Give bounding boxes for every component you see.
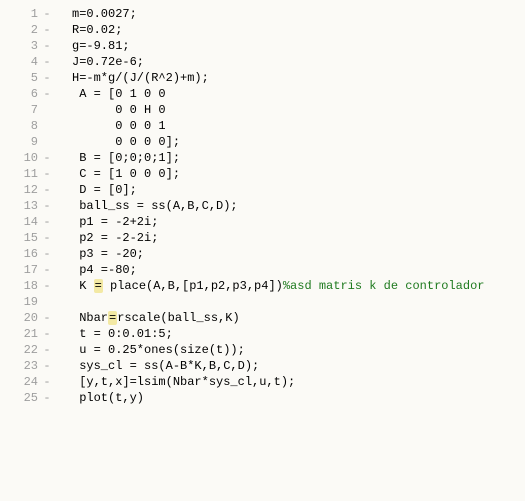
line-number: 6: [0, 86, 40, 102]
exec-dash: -: [40, 310, 54, 326]
exec-dash: -: [40, 246, 54, 262]
line-number: 13: [0, 198, 40, 214]
line-number: 21: [0, 326, 40, 342]
code-line[interactable]: R=0.02;: [72, 22, 525, 38]
line-number: 18: [0, 278, 40, 294]
line-number: 8: [0, 118, 40, 134]
exec-dash: -: [40, 358, 54, 374]
exec-dash: -: [40, 182, 54, 198]
line-number: 7: [0, 102, 40, 118]
code-line[interactable]: [y,t,x]=lsim(Nbar*sys_cl,u,t);: [72, 374, 525, 390]
exec-dash: -: [40, 38, 54, 54]
code-line[interactable]: A = [0 1 0 0: [72, 86, 525, 102]
line-number: 15: [0, 230, 40, 246]
exec-dash: [40, 134, 54, 150]
code-line[interactable]: C = [1 0 0 0];: [72, 166, 525, 182]
code-line[interactable]: p2 = -2-2i;: [72, 230, 525, 246]
code-text: K: [72, 279, 94, 293]
line-number: 1: [0, 6, 40, 22]
exec-dash: [40, 118, 54, 134]
exec-dash: -: [40, 6, 54, 22]
exec-dash: -: [40, 22, 54, 38]
exec-dash: -: [40, 262, 54, 278]
code-line[interactable]: t = 0:0.01:5;: [72, 326, 525, 342]
code-line[interactable]: J=0.72e-6;: [72, 54, 525, 70]
code-line[interactable]: B = [0;0;0;1];: [72, 150, 525, 166]
exec-dash: -: [40, 86, 54, 102]
code-line[interactable]: [72, 294, 525, 310]
line-number: 19: [0, 294, 40, 310]
exec-dash: -: [40, 278, 54, 294]
exec-dash: -: [40, 214, 54, 230]
exec-dash: -: [40, 150, 54, 166]
lint-highlight: =: [94, 279, 103, 293]
exec-dash: [40, 294, 54, 310]
code-line[interactable]: K = place(A,B,[p1,p2,p3,p4])%asd matris …: [72, 278, 525, 294]
code-text: place(A,B,[p1,p2,p3,p4]): [103, 279, 283, 293]
exec-dash: -: [40, 54, 54, 70]
exec-dash: -: [40, 326, 54, 342]
exec-dash: -: [40, 390, 54, 406]
line-number: 4: [0, 54, 40, 70]
exec-dash: -: [40, 230, 54, 246]
code-line[interactable]: p1 = -2+2i;: [72, 214, 525, 230]
exec-dash: -: [40, 198, 54, 214]
code-line[interactable]: 0 0 H 0: [72, 102, 525, 118]
line-number: 11: [0, 166, 40, 182]
code-line[interactable]: m=0.0027;: [72, 6, 525, 22]
code-line[interactable]: ball_ss = ss(A,B,C,D);: [72, 198, 525, 214]
code-line[interactable]: plot(t,y): [72, 390, 525, 406]
line-number: 24: [0, 374, 40, 390]
line-number: 17: [0, 262, 40, 278]
code-text: rscale(ball_ss,K): [117, 311, 239, 325]
line-number: 5: [0, 70, 40, 86]
line-number: 14: [0, 214, 40, 230]
line-number: 16: [0, 246, 40, 262]
exec-dash: -: [40, 374, 54, 390]
line-number: 23: [0, 358, 40, 374]
line-number: 20: [0, 310, 40, 326]
exec-dash: [40, 102, 54, 118]
code-line[interactable]: p4 =-80;: [72, 262, 525, 278]
code-line[interactable]: g=-9.81;: [72, 38, 525, 54]
code-editor[interactable]: 1 2 3 4 5 6 7 8 9 10 11 12 13 14 15 16 1…: [0, 0, 525, 412]
executable-marker-gutter: - - - - - - - - - - - - - - - - - - - - …: [40, 6, 54, 406]
exec-dash: -: [40, 342, 54, 358]
line-number-gutter: 1 2 3 4 5 6 7 8 9 10 11 12 13 14 15 16 1…: [0, 6, 40, 406]
line-number: 2: [0, 22, 40, 38]
code-line[interactable]: p3 = -20;: [72, 246, 525, 262]
code-line[interactable]: Nbar=rscale(ball_ss,K): [72, 310, 525, 326]
line-number: 22: [0, 342, 40, 358]
comment-text: %asd matris k de controlador: [283, 279, 485, 293]
code-line[interactable]: u = 0.25*ones(size(t));: [72, 342, 525, 358]
code-line[interactable]: H=-m*g/(J/(R^2)+m);: [72, 70, 525, 86]
code-text: Nbar: [72, 311, 108, 325]
line-number: 12: [0, 182, 40, 198]
code-line[interactable]: D = [0];: [72, 182, 525, 198]
line-number: 9: [0, 134, 40, 150]
line-number: 25: [0, 390, 40, 406]
line-number: 10: [0, 150, 40, 166]
code-area[interactable]: m=0.0027; R=0.02; g=-9.81; J=0.72e-6; H=…: [54, 6, 525, 406]
code-line[interactable]: sys_cl = ss(A-B*K,B,C,D);: [72, 358, 525, 374]
code-line[interactable]: 0 0 0 0];: [72, 134, 525, 150]
code-line[interactable]: 0 0 0 1: [72, 118, 525, 134]
exec-dash: -: [40, 166, 54, 182]
lint-highlight: =: [108, 311, 117, 325]
exec-dash: -: [40, 70, 54, 86]
line-number: 3: [0, 38, 40, 54]
